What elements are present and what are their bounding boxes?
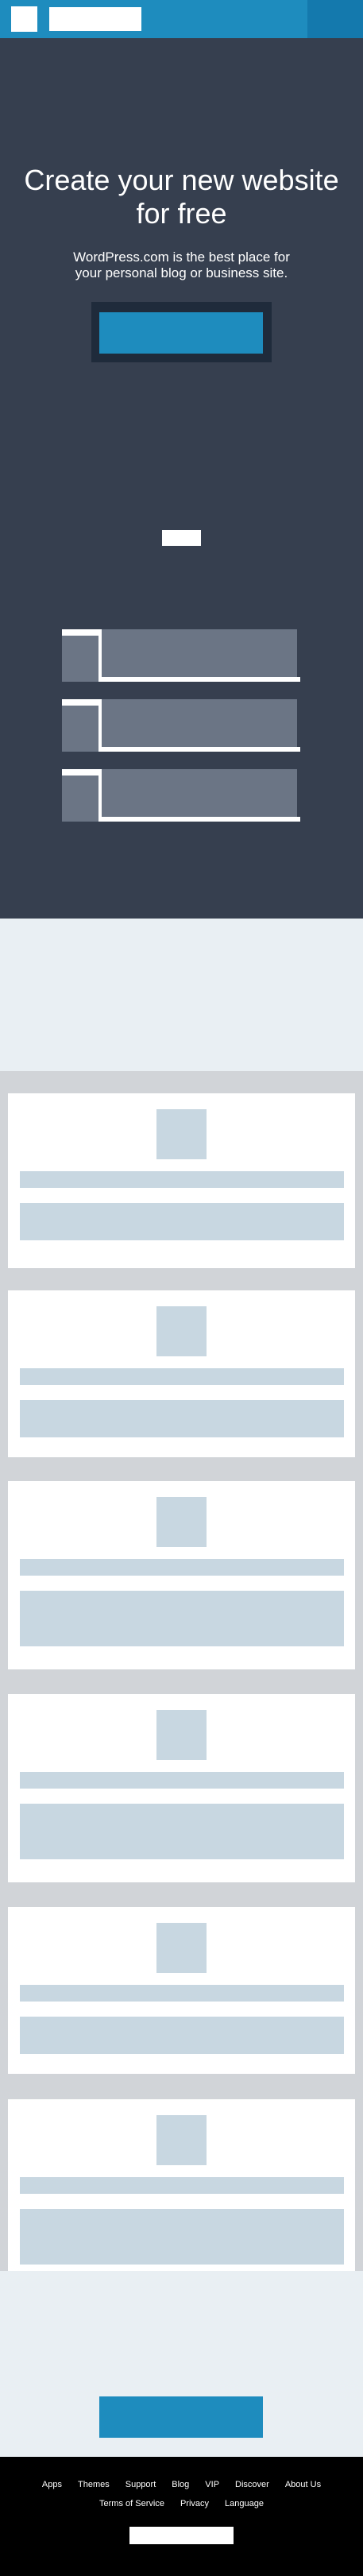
feature-item xyxy=(62,769,300,822)
wordpress-wordmark[interactable] xyxy=(49,7,141,31)
showcase-card[interactable] xyxy=(8,1290,355,1457)
get-started-button[interactable] xyxy=(99,312,263,354)
card-description xyxy=(20,1591,344,1646)
bottom-get-started-button[interactable] xyxy=(99,2396,263,2438)
card-thumbnail xyxy=(156,1497,207,1547)
card-title xyxy=(20,2177,344,2194)
card-thumbnail xyxy=(156,1710,207,1760)
card-description xyxy=(20,2017,344,2054)
feature-icon xyxy=(62,636,98,682)
card-thumbnail xyxy=(156,1923,207,1973)
feature-text xyxy=(102,629,297,677)
footer-link-vip[interactable]: VIP xyxy=(205,2480,219,2489)
showcase-card[interactable] xyxy=(8,1694,355,1882)
footer-link-blog[interactable]: Blog xyxy=(172,2480,189,2489)
footer-links-secondary: Terms of Service Privacy Language xyxy=(0,2498,363,2509)
footer-link-apps[interactable]: Apps xyxy=(42,2480,62,2489)
video-play-button[interactable] xyxy=(162,530,201,546)
showcase-card[interactable] xyxy=(8,1481,355,1669)
footer-link-about-us[interactable]: About Us xyxy=(285,2480,321,2489)
card-title xyxy=(20,1368,344,1385)
card-thumbnail xyxy=(156,2115,207,2165)
showcase-card[interactable] xyxy=(8,1907,355,2074)
feature-icon xyxy=(62,776,98,822)
hero-subtitle: WordPress.com is the best place for your… xyxy=(73,249,290,280)
card-thumbnail xyxy=(156,1306,207,1356)
footer-links-primary: Apps Themes Support Blog VIP Discover About Us xyxy=(0,2479,363,2490)
card-title xyxy=(20,1559,344,1576)
footer-link-discover[interactable]: Discover xyxy=(235,2480,269,2489)
card-title xyxy=(20,1171,344,1188)
masthead xyxy=(0,0,363,38)
bottom-cta-band xyxy=(0,2271,363,2457)
feature-item xyxy=(62,629,300,682)
language-selector[interactable] xyxy=(129,2527,234,2544)
footer-link-support[interactable]: Support xyxy=(126,2480,156,2489)
footer-link-language[interactable]: Language xyxy=(225,2499,264,2508)
hero-title: Create your new website for free xyxy=(24,164,339,230)
footer-link-themes[interactable]: Themes xyxy=(78,2480,110,2489)
showcase-cards xyxy=(0,1071,363,2288)
masthead-signup-button[interactable] xyxy=(307,0,363,38)
card-description xyxy=(20,2209,344,2265)
card-description xyxy=(20,1203,344,1240)
feature-icon xyxy=(62,706,98,752)
card-title xyxy=(20,1985,344,2002)
footer-link-privacy[interactable]: Privacy xyxy=(180,2499,209,2508)
footer-link-terms[interactable]: Terms of Service xyxy=(99,2499,164,2508)
showcase-card[interactable] xyxy=(8,2099,355,2288)
card-thumbnail xyxy=(156,1109,207,1159)
hero-section: Create your new website for free WordPre… xyxy=(0,38,363,919)
intro-band xyxy=(0,919,363,1071)
card-description xyxy=(20,1804,344,1859)
feature-item xyxy=(62,699,300,752)
feature-text xyxy=(102,699,297,747)
showcase-card[interactable] xyxy=(8,1093,355,1268)
card-description xyxy=(20,1400,344,1437)
feature-text xyxy=(102,769,297,817)
card-title xyxy=(20,1772,344,1789)
footer: Apps Themes Support Blog VIP Discover About Us… xyxy=(0,2457,363,2576)
wordpress-logo-icon[interactable] xyxy=(11,6,37,32)
